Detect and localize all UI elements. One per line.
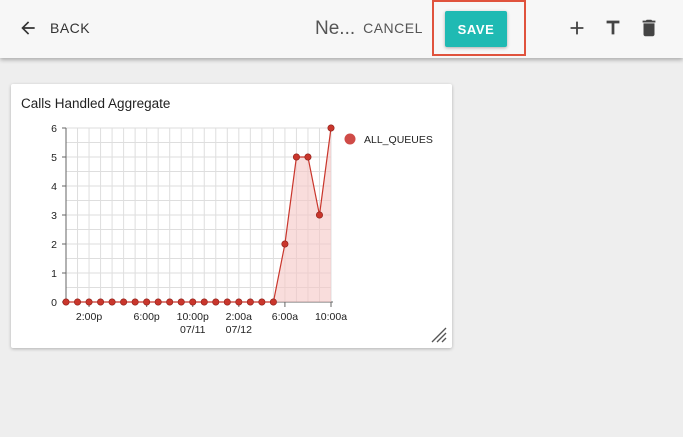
x-tick-label: 10:00a — [315, 311, 347, 323]
legend-label: ALL_QUEUES — [364, 134, 433, 146]
x-tick-label: 6:00p — [134, 311, 160, 323]
y-tick-label: 0 — [51, 297, 57, 309]
save-button[interactable]: SAVE — [445, 11, 507, 47]
delete-icon — [642, 19, 656, 37]
x-tick-label: 10:00p — [177, 311, 209, 323]
data-point — [74, 298, 82, 306]
top-toolbar: BACK Ne... CANCEL SAVE — [0, 0, 683, 58]
data-point — [292, 153, 300, 161]
data-point — [269, 298, 277, 306]
delete-button[interactable] — [635, 14, 663, 42]
data-point — [246, 298, 254, 306]
data-point — [97, 298, 105, 306]
y-tick-label: 2 — [51, 239, 57, 251]
data-point — [108, 298, 116, 306]
add-icon — [570, 21, 584, 35]
x-tick-label: 6:00a — [272, 311, 298, 323]
y-tick-label: 4 — [51, 181, 57, 193]
data-point — [281, 240, 289, 248]
data-point — [166, 298, 174, 306]
data-point — [223, 298, 231, 306]
resize-handle-icon[interactable] — [430, 326, 448, 344]
x-tick-label: 2:00a — [226, 311, 252, 323]
data-point — [120, 298, 128, 306]
data-point — [131, 298, 139, 306]
y-tick-label: 5 — [51, 152, 57, 164]
data-point — [177, 298, 185, 306]
x-tick-sublabel: 07/12 — [226, 324, 252, 336]
data-point — [258, 298, 266, 306]
data-point — [85, 298, 93, 306]
dashboard-name[interactable]: Ne... — [315, 18, 355, 40]
chart-widget-card[interactable]: Calls Handled Aggregate 0 1 2 3 4 5 6 2:00p 6:00… — [11, 84, 452, 348]
back-label: BACK — [50, 20, 91, 36]
x-tick-label: 2:00p — [76, 311, 102, 323]
add-widget-button[interactable] — [563, 14, 591, 42]
text-icon — [606, 20, 620, 35]
data-point — [315, 211, 323, 219]
cancel-button[interactable]: CANCEL — [360, 13, 426, 43]
data-point — [212, 298, 220, 306]
legend-swatch — [344, 133, 356, 145]
data-point — [327, 124, 335, 132]
data-point — [235, 298, 243, 306]
data-point — [189, 298, 197, 306]
data-point — [304, 153, 312, 161]
back-button[interactable]: BACK — [10, 11, 98, 45]
y-tick-label: 1 — [51, 268, 57, 280]
arrow-back-icon — [21, 21, 35, 35]
add-text-button[interactable] — [599, 14, 627, 42]
data-point — [143, 298, 151, 306]
y-tick-label: 6 — [51, 123, 57, 135]
data-point — [200, 298, 208, 306]
data-point — [62, 298, 70, 306]
data-point — [154, 298, 162, 306]
x-tick-sublabel: 07/11 — [180, 324, 206, 336]
line-chart: 0 1 2 3 4 5 6 2:00p 6:00p 10:00p07/11 2:00a07/12 6:… — [51, 123, 433, 336]
y-tick-label: 3 — [51, 210, 57, 222]
